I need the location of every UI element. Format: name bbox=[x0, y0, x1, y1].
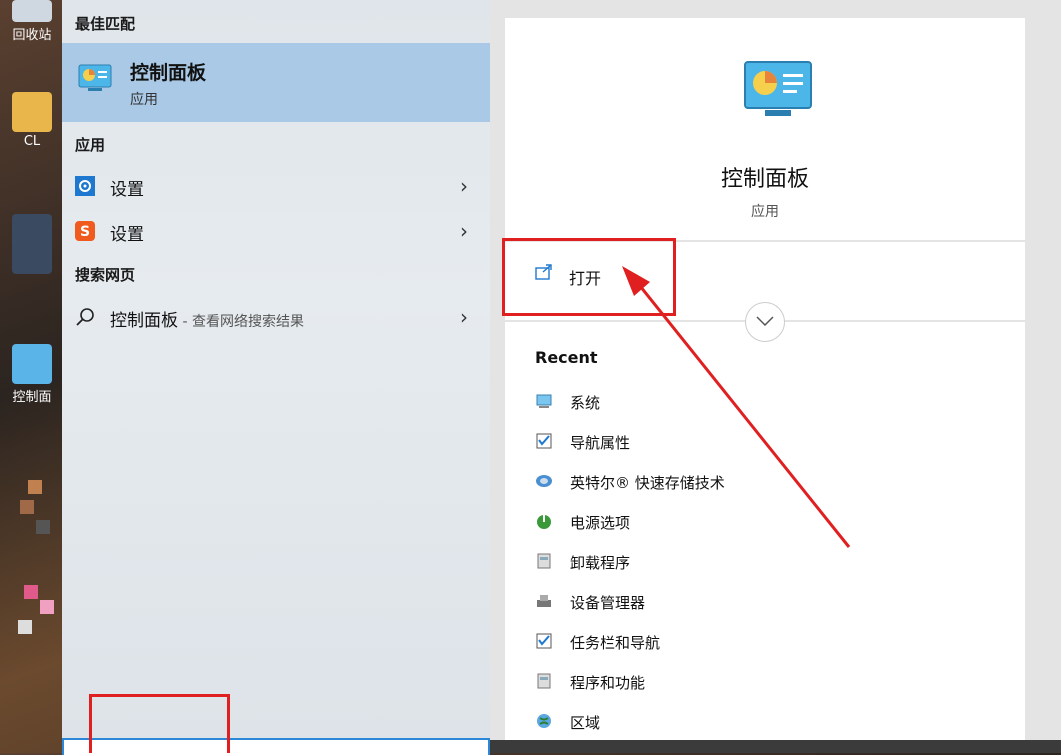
chevron-right-icon[interactable]: › bbox=[460, 174, 468, 198]
search-results-panel: 最佳匹配 控制面板 应用 应用 设置 › S 设置 › 搜索网页 控制面板 - … bbox=[62, 0, 490, 738]
desktop-icon-folder[interactable]: CL bbox=[4, 92, 60, 149]
gear-icon bbox=[75, 176, 95, 196]
device-manager-icon bbox=[537, 595, 551, 607]
recent-item-label: 导航属性 bbox=[570, 434, 631, 452]
app-item-label: 设置 bbox=[110, 180, 144, 200]
navigation-icon bbox=[536, 433, 552, 449]
recent-item-label: 卸载程序 bbox=[570, 554, 631, 572]
web-search-label: 控制面板 - 查看网络搜索结果 bbox=[110, 306, 304, 331]
search-icon bbox=[76, 308, 94, 326]
blurred-pixel bbox=[40, 600, 54, 614]
programs-icon bbox=[537, 673, 551, 689]
region-icon bbox=[537, 714, 551, 728]
taskbar bbox=[490, 740, 1061, 753]
web-search-item[interactable]: 控制面板 - 查看网络搜索结果 › bbox=[62, 297, 490, 337]
power-icon bbox=[537, 514, 551, 529]
image-icon bbox=[12, 214, 52, 274]
web-search-header: 搜索网页 bbox=[75, 266, 136, 284]
control-panel-icon bbox=[78, 64, 112, 91]
recent-item-label: 程序和功能 bbox=[570, 674, 646, 692]
desktop-icon-label: 控制面 bbox=[12, 390, 52, 405]
app-item-label: 设置 bbox=[110, 225, 144, 245]
app-type: 应用 bbox=[751, 204, 779, 220]
desktop-icon-label: 回收站 bbox=[12, 28, 52, 43]
uninstall-icon bbox=[537, 553, 551, 569]
recycle-bin-icon bbox=[12, 0, 52, 22]
system-icon bbox=[536, 394, 552, 408]
blurred-pixel bbox=[24, 585, 38, 599]
detail-panel: 控制面板 应用 打开 Recent 系统 导航属性 英特尔® 快速存储技术 电源… bbox=[490, 0, 1061, 753]
best-match-header: 最佳匹配 bbox=[75, 15, 136, 33]
desktop-icon-label: CL bbox=[23, 134, 41, 149]
svg-text:S: S bbox=[80, 224, 90, 240]
apps-header: 应用 bbox=[75, 136, 106, 154]
best-match-subtitle: 应用 bbox=[130, 92, 158, 108]
blurred-pixel bbox=[18, 620, 32, 634]
recent-item-label: 任务栏和导航 bbox=[570, 634, 661, 652]
app-detail-card: 控制面板 应用 bbox=[505, 18, 1025, 240]
blurred-pixel bbox=[28, 480, 42, 494]
blurred-pixel bbox=[20, 500, 34, 514]
folder-icon bbox=[12, 92, 52, 132]
desktop-icon-image[interactable] bbox=[4, 214, 60, 276]
desktop-icon-recycle-bin[interactable]: 回收站 bbox=[4, 0, 60, 43]
sogou-icon: S bbox=[75, 221, 95, 241]
control-panel-icon bbox=[12, 344, 52, 384]
best-match-title: 控制面板 bbox=[130, 62, 207, 84]
intel-storage-icon bbox=[536, 475, 552, 487]
blurred-pixel bbox=[36, 520, 50, 534]
recent-item-label: 系统 bbox=[570, 394, 601, 412]
control-panel-icon bbox=[744, 61, 812, 116]
app-item-settings[interactable]: 设置 › bbox=[62, 166, 490, 206]
chevron-right-icon[interactable]: › bbox=[460, 305, 468, 329]
chevron-right-icon[interactable]: › bbox=[460, 219, 468, 243]
app-item-settings-sogou[interactable]: S 设置 › bbox=[62, 211, 490, 251]
expand-chevron-button[interactable] bbox=[745, 302, 785, 342]
desktop: 回收站 CL 控制面 bbox=[0, 0, 62, 753]
recent-item-label: 区域 bbox=[570, 714, 601, 732]
annotation-box-open bbox=[502, 238, 676, 316]
desktop-icon-control-panel[interactable]: 控制面 bbox=[4, 344, 60, 405]
recent-item-label: 设备管理器 bbox=[570, 594, 646, 612]
annotation-box-search bbox=[89, 694, 230, 753]
web-search-hint: - 查看网络搜索结果 bbox=[178, 314, 304, 330]
best-match-item[interactable]: 控制面板 应用 bbox=[62, 43, 490, 122]
chevron-down-icon bbox=[756, 316, 774, 327]
taskbar-icon bbox=[536, 633, 552, 649]
recent-item-label: 英特尔® 快速存储技术 bbox=[570, 474, 725, 492]
recent-card: Recent 系统 导航属性 英特尔® 快速存储技术 电源选项 卸载程序 设备管… bbox=[505, 322, 1025, 753]
recent-header: Recent bbox=[535, 348, 598, 367]
app-name: 控制面板 bbox=[720, 167, 809, 192]
web-search-query: 控制面板 bbox=[110, 311, 178, 331]
recent-item-label: 电源选项 bbox=[570, 514, 631, 532]
